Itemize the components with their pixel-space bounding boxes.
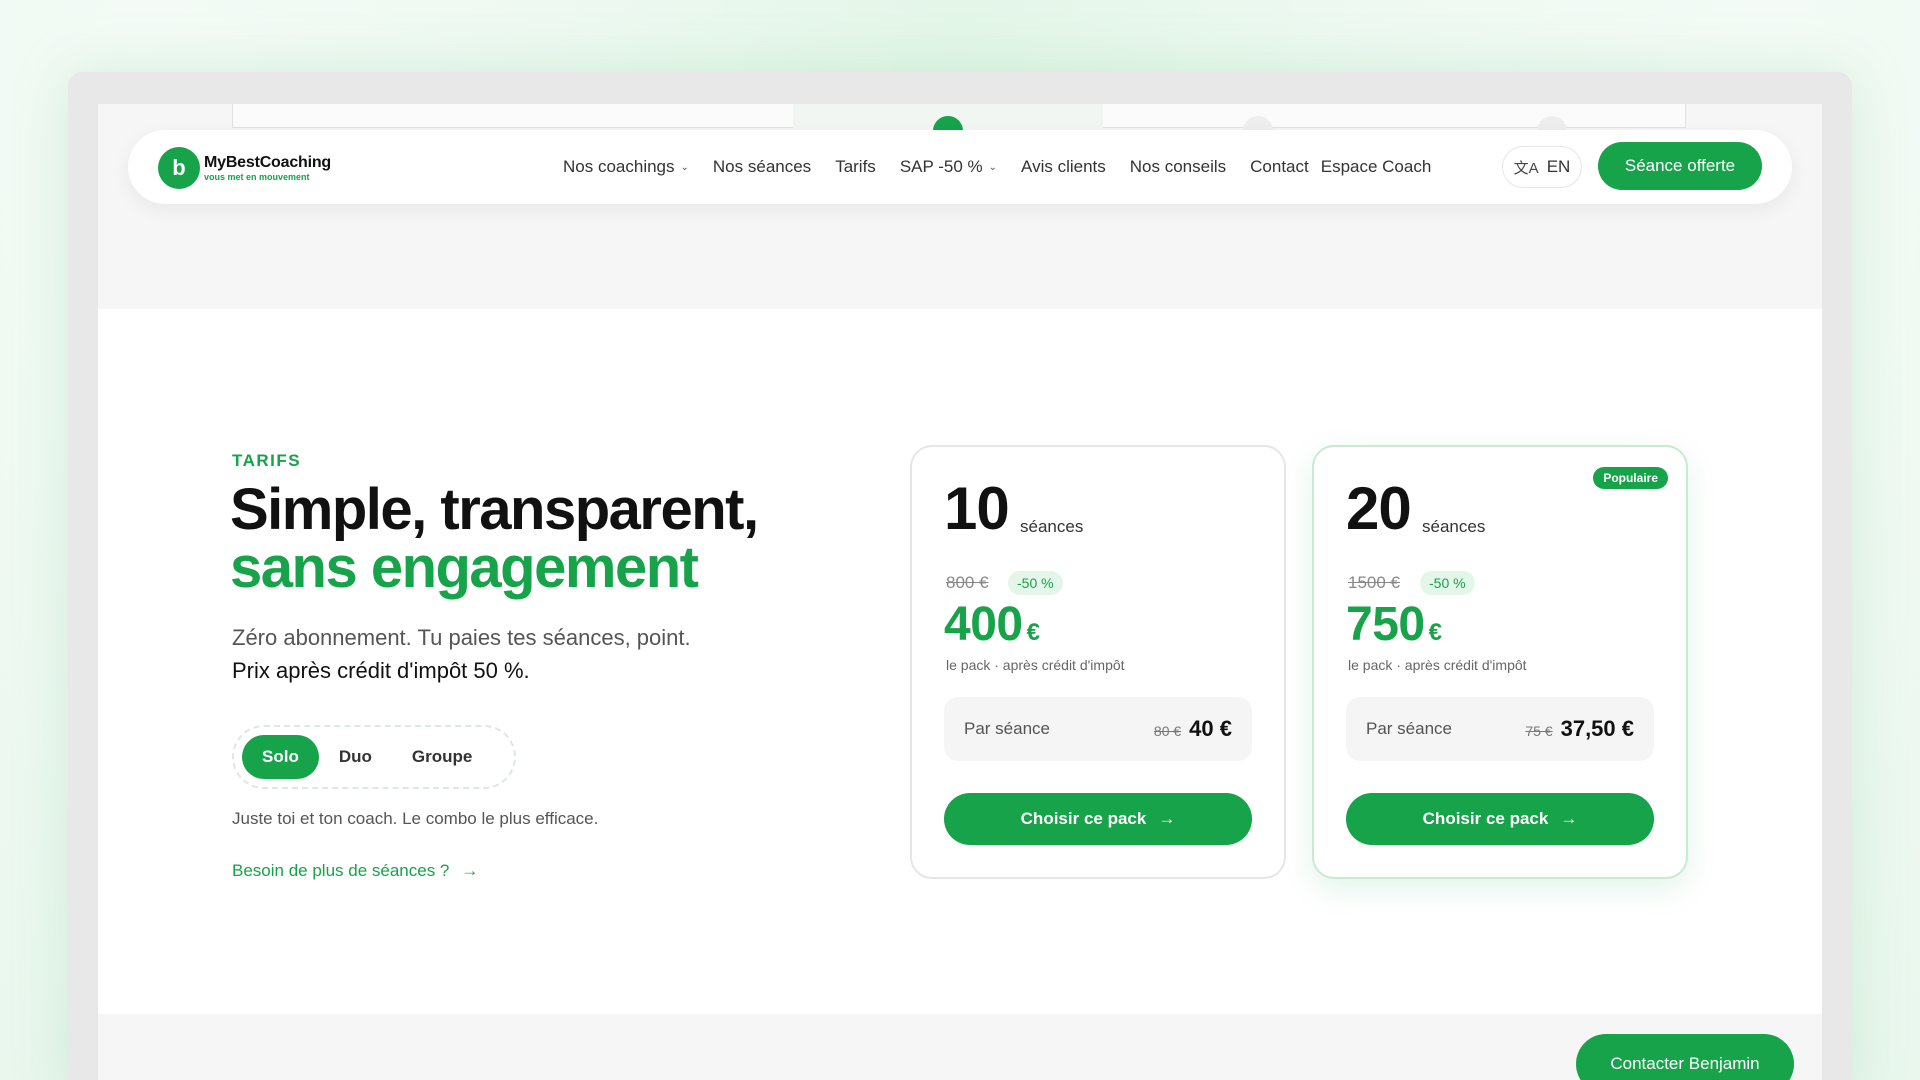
pack-price: 400 €: [944, 598, 1040, 651]
brand-name: MyBestCoaching: [204, 153, 331, 171]
session-count: 20: [1346, 475, 1412, 542]
navbar: b MyBestCoaching vous met en mouvement N…: [128, 130, 1792, 204]
free-session-button[interactable]: Séance offerte: [1598, 142, 1762, 190]
discount-badge: -50 %: [1420, 571, 1475, 595]
language-switcher[interactable]: 文A EN: [1502, 146, 1582, 188]
format-toggle: Solo Duo Groupe: [232, 725, 516, 789]
page-title-line2: sans engagement: [230, 535, 699, 600]
per-session-price: 40 €: [1189, 716, 1232, 741]
background-strip: [232, 104, 1686, 146]
nav-item-nos-seances[interactable]: Nos séances: [713, 157, 811, 177]
nav-item-nos-coachings[interactable]: Nos coachings ⌄: [563, 157, 689, 177]
nav-item-contact[interactable]: Contact: [1250, 157, 1309, 177]
discount-badge: -50 %: [1008, 571, 1063, 595]
toggle-hint: Juste toi et ton coach. Le combo le plus…: [232, 809, 599, 828]
lead-emphasis: Prix après crédit d'impôt 50 %.: [232, 658, 530, 683]
pricing-card-10: 10 séances 800 € -50 % 400 € le pack · ap…: [910, 445, 1286, 879]
logo-mark-icon: b: [158, 147, 200, 189]
nav-item-avis-clients[interactable]: Avis clients: [1021, 157, 1106, 177]
contact-coach-button[interactable]: Contacter Benjamin: [1576, 1034, 1794, 1080]
per-session-box: Par séance 80 € 40 €: [944, 697, 1252, 761]
brand-tagline: vous met en mouvement: [204, 171, 310, 182]
arrow-right-icon: →: [1560, 809, 1578, 828]
session-count-label: séances: [1422, 517, 1486, 536]
arrow-right-icon: →: [1158, 809, 1176, 828]
price-caption: le pack · après crédit d'impôt: [946, 657, 1125, 673]
page-title-line1: Simple, transparent,: [230, 477, 759, 542]
popular-badge: Populaire: [1593, 467, 1668, 489]
per-session-label: Par séance: [964, 719, 1050, 738]
nav-item-nos-conseils[interactable]: Nos conseils: [1130, 157, 1226, 177]
toggle-solo[interactable]: Solo: [242, 735, 319, 779]
toggle-groupe[interactable]: Groupe: [392, 735, 492, 779]
pricing-card-20: Populaire 20 séances 1500 € -50 % 750 € l…: [1312, 445, 1688, 879]
choose-pack-button[interactable]: Choisir ce pack →: [944, 793, 1252, 845]
chevron-down-icon: ⌄: [680, 161, 689, 173]
brand-logo[interactable]: b MyBestCoaching vous met en mouvement: [158, 147, 331, 189]
pricing-section: TARIFS Simple, transparent, sans engagem…: [98, 309, 1822, 1014]
nav-item-sap[interactable]: SAP -50 % ⌄: [900, 157, 997, 177]
session-count-label: séances: [1020, 517, 1084, 536]
price-caption: le pack · après crédit d'impôt: [1348, 657, 1527, 673]
choose-pack-button[interactable]: Choisir ce pack →: [1346, 793, 1654, 845]
page-viewport: b MyBestCoaching vous met en mouvement N…: [98, 104, 1822, 1080]
language-code: EN: [1546, 157, 1571, 176]
per-session-old-price: 80 €: [1153, 723, 1182, 739]
pack-price: 750 €: [1346, 598, 1442, 651]
chevron-down-icon: ⌄: [988, 161, 998, 173]
nav-item-espace-coach[interactable]: Espace Coach: [1321, 157, 1432, 177]
nav-item-tarifs[interactable]: Tarifs: [835, 157, 876, 177]
arrow-right-icon: →: [461, 861, 479, 880]
more-sessions-link[interactable]: Besoin de plus de séances ? →: [232, 861, 478, 881]
toggle-duo[interactable]: Duo: [319, 735, 392, 779]
per-session-old-price: 75 €: [1525, 723, 1553, 739]
nav-links: Nos coachings ⌄ Nos séances Tarifs SAP -…: [563, 130, 1455, 204]
lead-paragraph: Zéro abonnement. Tu paies tes séances, p…: [232, 625, 691, 683]
section-eyebrow: TARIFS: [232, 451, 302, 470]
translate-icon: 文A: [1513, 159, 1539, 177]
session-count: 10: [944, 475, 1010, 542]
original-price: 1500 €: [1348, 573, 1400, 592]
per-session-label: Par séance: [1366, 719, 1452, 738]
per-session-price: 37,50 €: [1560, 716, 1634, 741]
original-price: 800 €: [946, 573, 989, 592]
per-session-box: Par séance 75 € 37,50 €: [1346, 697, 1654, 761]
